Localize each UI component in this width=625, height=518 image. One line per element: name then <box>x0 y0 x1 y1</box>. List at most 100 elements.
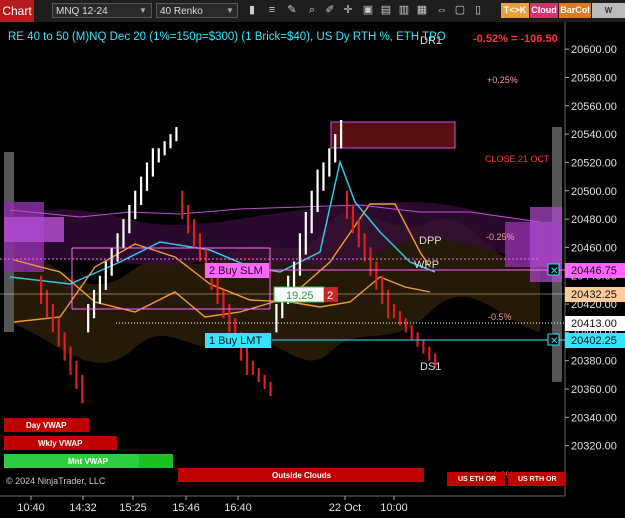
time-tick-label: 14:32 <box>69 502 97 514</box>
instrument-selector[interactable]: MNQ 12-24 <box>52 3 152 18</box>
down-brick <box>345 190 349 220</box>
up-brick <box>110 247 113 276</box>
down-brick <box>398 311 402 326</box>
down-brick <box>410 325 413 340</box>
time-tick-label: 16:40 <box>224 502 252 514</box>
snapshot-icon[interactable]: ▢ <box>452 3 468 18</box>
price-tick-label: 20600.00 <box>571 44 617 56</box>
up-brick <box>175 127 178 142</box>
buy-lmt-text: 1 Buy LMT <box>209 335 262 347</box>
down-brick <box>57 318 60 347</box>
down-brick <box>269 381 272 397</box>
more-icon[interactable]: ▯ <box>470 3 486 18</box>
instrument-dropdown-icon[interactable]: ▼ <box>139 3 151 18</box>
dr1-zone <box>330 121 456 149</box>
up-brick <box>304 212 307 255</box>
zoom-icon[interactable]: ⌕ <box>304 3 320 18</box>
down-brick <box>181 190 184 220</box>
down-brick <box>75 360 78 390</box>
down-brick <box>228 304 231 333</box>
up-brick <box>340 119 343 149</box>
up-brick <box>98 275 102 305</box>
down-brick <box>422 339 425 354</box>
up-brick <box>310 190 313 234</box>
up-brick <box>157 148 160 163</box>
properties-icon[interactable]: ▣ <box>360 3 376 18</box>
up-brick <box>134 190 137 220</box>
down-brick <box>187 204 190 234</box>
tk-toggle-button[interactable]: T<>K <box>501 3 529 18</box>
plus-025-label: +0.25% <box>487 75 518 85</box>
minus-05-label: -0.5% <box>488 312 512 322</box>
up-brick <box>122 219 125 248</box>
position-qty-text: 2 <box>327 290 333 302</box>
up-brick <box>322 162 325 191</box>
chart-trader-icon[interactable]: ▦ <box>414 3 430 18</box>
copyright-text: © 2024 NinjaTrader, LLC <box>6 476 106 486</box>
time-tick-label: 10:40 <box>17 502 45 514</box>
wpp-label: WPP <box>414 259 439 271</box>
slm-price-text: 20446.75 <box>571 265 617 277</box>
down-brick <box>363 233 366 262</box>
percent-change: -0.52% = -106.50 <box>473 33 558 45</box>
up-brick <box>334 134 337 163</box>
scroll-icon[interactable]: ⇔ <box>434 3 450 18</box>
cancel-slm-x-icon[interactable]: ✕ <box>550 266 558 277</box>
bar-type-dropdown-icon[interactable]: ▼ <box>226 3 238 18</box>
position-pnl-text: 19.25 <box>286 290 314 302</box>
crosshair-icon[interactable]: ✛ <box>340 3 356 18</box>
us-rth-or-label: US RTH OR <box>518 476 557 483</box>
time-tick-label: 15:25 <box>119 502 147 514</box>
drawing-tool-icon[interactable]: ✐ <box>322 3 338 18</box>
order-icon[interactable]: ▥ <box>396 3 412 18</box>
up-brick <box>163 141 166 156</box>
price-tick-label: 20560.00 <box>571 101 617 113</box>
renko-chart[interactable]: DR1 +0.25% CLOSE 21 OCT DPP -0.25% WPP -… <box>0 22 625 518</box>
up-brick <box>140 176 143 205</box>
bars-icon[interactable]: ▮ <box>244 3 260 18</box>
up-brick <box>145 162 149 191</box>
up-brick <box>87 304 90 333</box>
price-tick-label: 20380.00 <box>571 356 617 368</box>
up-brick <box>128 204 131 234</box>
chart-toolbar: Chart MNQ 12-24 ▼ 40 Renko ▼ ▮ ≡ ✎ ⌕ ✐ ✛… <box>0 0 625 30</box>
price-tick-label: 20480.00 <box>571 214 617 226</box>
time-tick-label: 10:00 <box>380 502 408 514</box>
indicators-icon[interactable]: ≡ <box>264 3 280 18</box>
cloud-toggle-button[interactable]: Cloud <box>530 3 558 18</box>
price-tick-label: 20360.00 <box>571 384 617 396</box>
price-tick-label: 20500.00 <box>571 186 617 198</box>
mnt-vwap-label: Mnt VWAP <box>68 457 109 466</box>
up-brick <box>316 169 319 213</box>
last-price-text: 20413.00 <box>571 318 617 330</box>
strategy-icon[interactable]: ✎ <box>284 3 300 18</box>
down-brick <box>369 247 372 276</box>
chart-tab[interactable]: Chart <box>0 0 34 22</box>
down-brick <box>392 304 396 319</box>
down-brick <box>416 332 419 347</box>
down-brick <box>263 374 266 390</box>
wvwva-toggle-button[interactable]: W VWVA <box>592 3 625 30</box>
us-eth-or-label: US ETH OR <box>458 476 496 483</box>
price-axis[interactable]: 20320.0020340.0020360.0020380.0020400.00… <box>565 44 617 453</box>
down-brick <box>381 275 384 305</box>
down-brick <box>81 374 84 404</box>
up-brick <box>104 261 107 290</box>
barcol-toggle-button[interactable]: BarCol <box>559 3 591 18</box>
down-brick <box>192 219 196 248</box>
up-brick <box>292 261 296 290</box>
time-tick-label: 22 Oct <box>329 502 361 514</box>
down-brick <box>351 204 354 234</box>
down-brick <box>245 346 249 375</box>
cancel-lmt-x-icon[interactable]: ✕ <box>550 336 558 347</box>
down-brick <box>69 346 72 375</box>
mnt-vwap-bar-end <box>139 454 173 468</box>
template-icon[interactable]: ▤ <box>378 3 394 18</box>
down-brick <box>428 346 431 361</box>
outside-clouds-label: Outside Clouds <box>272 471 332 480</box>
down-brick <box>216 275 219 305</box>
lmt-price-text: 20402.25 <box>571 335 617 347</box>
price-tick-label: 20520.00 <box>571 157 617 169</box>
ds1-label: DS1 <box>420 361 441 373</box>
day-vwap-label: Day VWAP <box>26 421 67 430</box>
